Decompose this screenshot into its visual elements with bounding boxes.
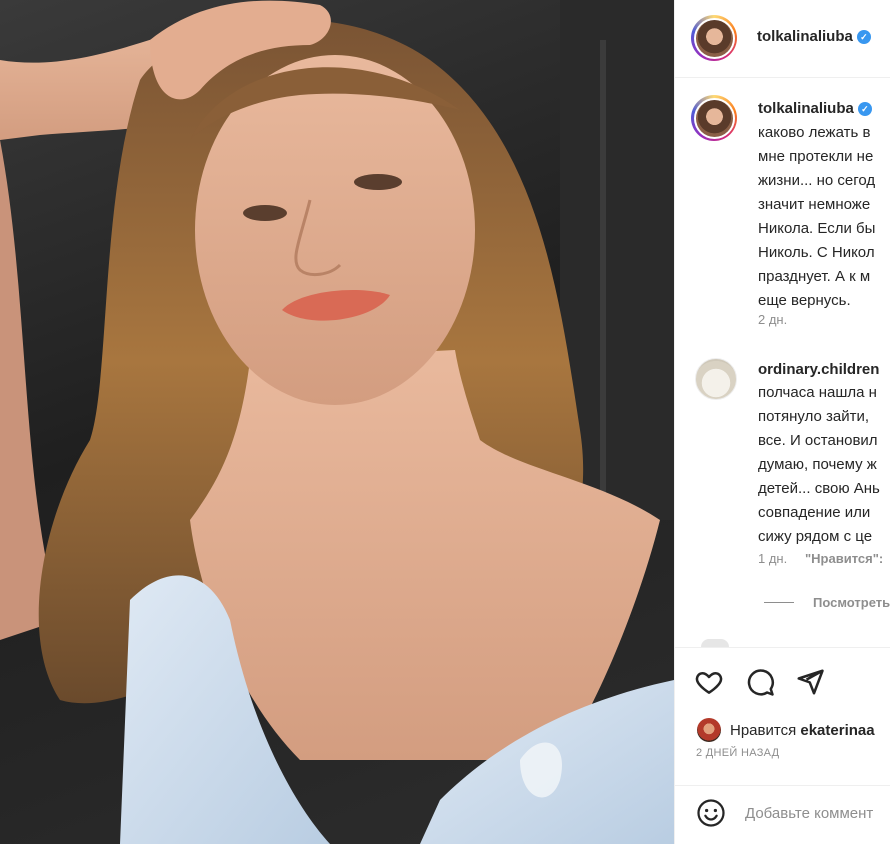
post-date[interactable]: 2 ДНЕЙ НАЗАД — [696, 747, 779, 759]
caption-author-avatar[interactable] — [691, 95, 737, 141]
post-side-panel: tolkalinaliuba ✓ tolkalinaliuba ✓ каково л… — [674, 0, 890, 844]
comment-input[interactable] — [745, 800, 890, 826]
view-replies-link[interactable]: Посмотреть — [813, 595, 890, 610]
verified-badge-icon: ✓ — [856, 30, 871, 44]
portrait-image — [0, 0, 674, 844]
action-bar — [675, 647, 890, 718]
post-photo[interactable] — [0, 0, 674, 844]
smiley-icon[interactable] — [696, 798, 726, 828]
header-username[interactable]: tolkalinaliuba ✓ — [757, 28, 871, 45]
comment-line: потянуло зайти, — [758, 408, 870, 425]
caption-line: мне протекли не — [758, 148, 874, 165]
caption-author-avatar-image — [695, 99, 733, 137]
comment-line: все. И остановил — [758, 432, 878, 449]
add-comment-bar — [675, 785, 890, 844]
caption-line: еще вернусь. — [758, 292, 851, 309]
post-header: tolkalinaliuba ✓ — [675, 0, 890, 78]
caption-timestamp[interactable]: 2 дн. — [758, 312, 787, 327]
comment-username[interactable]: ordinary.children — [758, 361, 879, 378]
next-commenter-avatar — [701, 639, 729, 647]
paper-plane-icon[interactable] — [795, 667, 825, 697]
caption-line: Никола. Если бы — [758, 220, 876, 237]
comment-line: думаю, почему ж — [758, 456, 877, 473]
caption-username-text[interactable]: tolkalinaliuba — [758, 100, 854, 117]
commenter-avatar[interactable] — [695, 358, 737, 400]
comment-icon[interactable] — [745, 667, 775, 697]
comment-line: сижу рядом с це — [758, 528, 873, 545]
comment-timestamp[interactable]: 1 дн. — [758, 551, 787, 566]
view-replies-divider — [764, 602, 794, 603]
likes-summary: Нравится ekaterinaa — [730, 722, 875, 739]
comment-like-label[interactable]: "Нравится": — [805, 551, 883, 566]
caption-line: Николь. С Никол — [758, 244, 875, 261]
header-username-text[interactable]: tolkalinaliuba — [757, 28, 853, 45]
liker-avatar[interactable] — [697, 718, 721, 742]
likes-prefix: Нравится — [730, 722, 797, 739]
liker-username[interactable]: ekaterinaa — [800, 722, 874, 739]
caption-line: жизни... но сегод — [758, 172, 876, 189]
comment-like-count[interactable]: "Нравится": — [805, 551, 883, 566]
comment-line: полчаса нашла н — [758, 384, 877, 401]
author-avatar[interactable] — [691, 15, 737, 61]
caption-line: значит немноже — [758, 196, 871, 213]
verified-badge-icon: ✓ — [857, 102, 872, 116]
caption-line: каково лежать в — [758, 124, 871, 141]
comment-line: совпадение или — [758, 504, 871, 521]
caption-line: празднует. А к м — [758, 268, 871, 285]
comment-line: детей... свою Ань — [758, 480, 880, 497]
heart-icon[interactable] — [694, 667, 724, 697]
author-avatar-image — [695, 19, 733, 57]
caption-username[interactable]: tolkalinaliuba ✓ — [758, 100, 872, 117]
